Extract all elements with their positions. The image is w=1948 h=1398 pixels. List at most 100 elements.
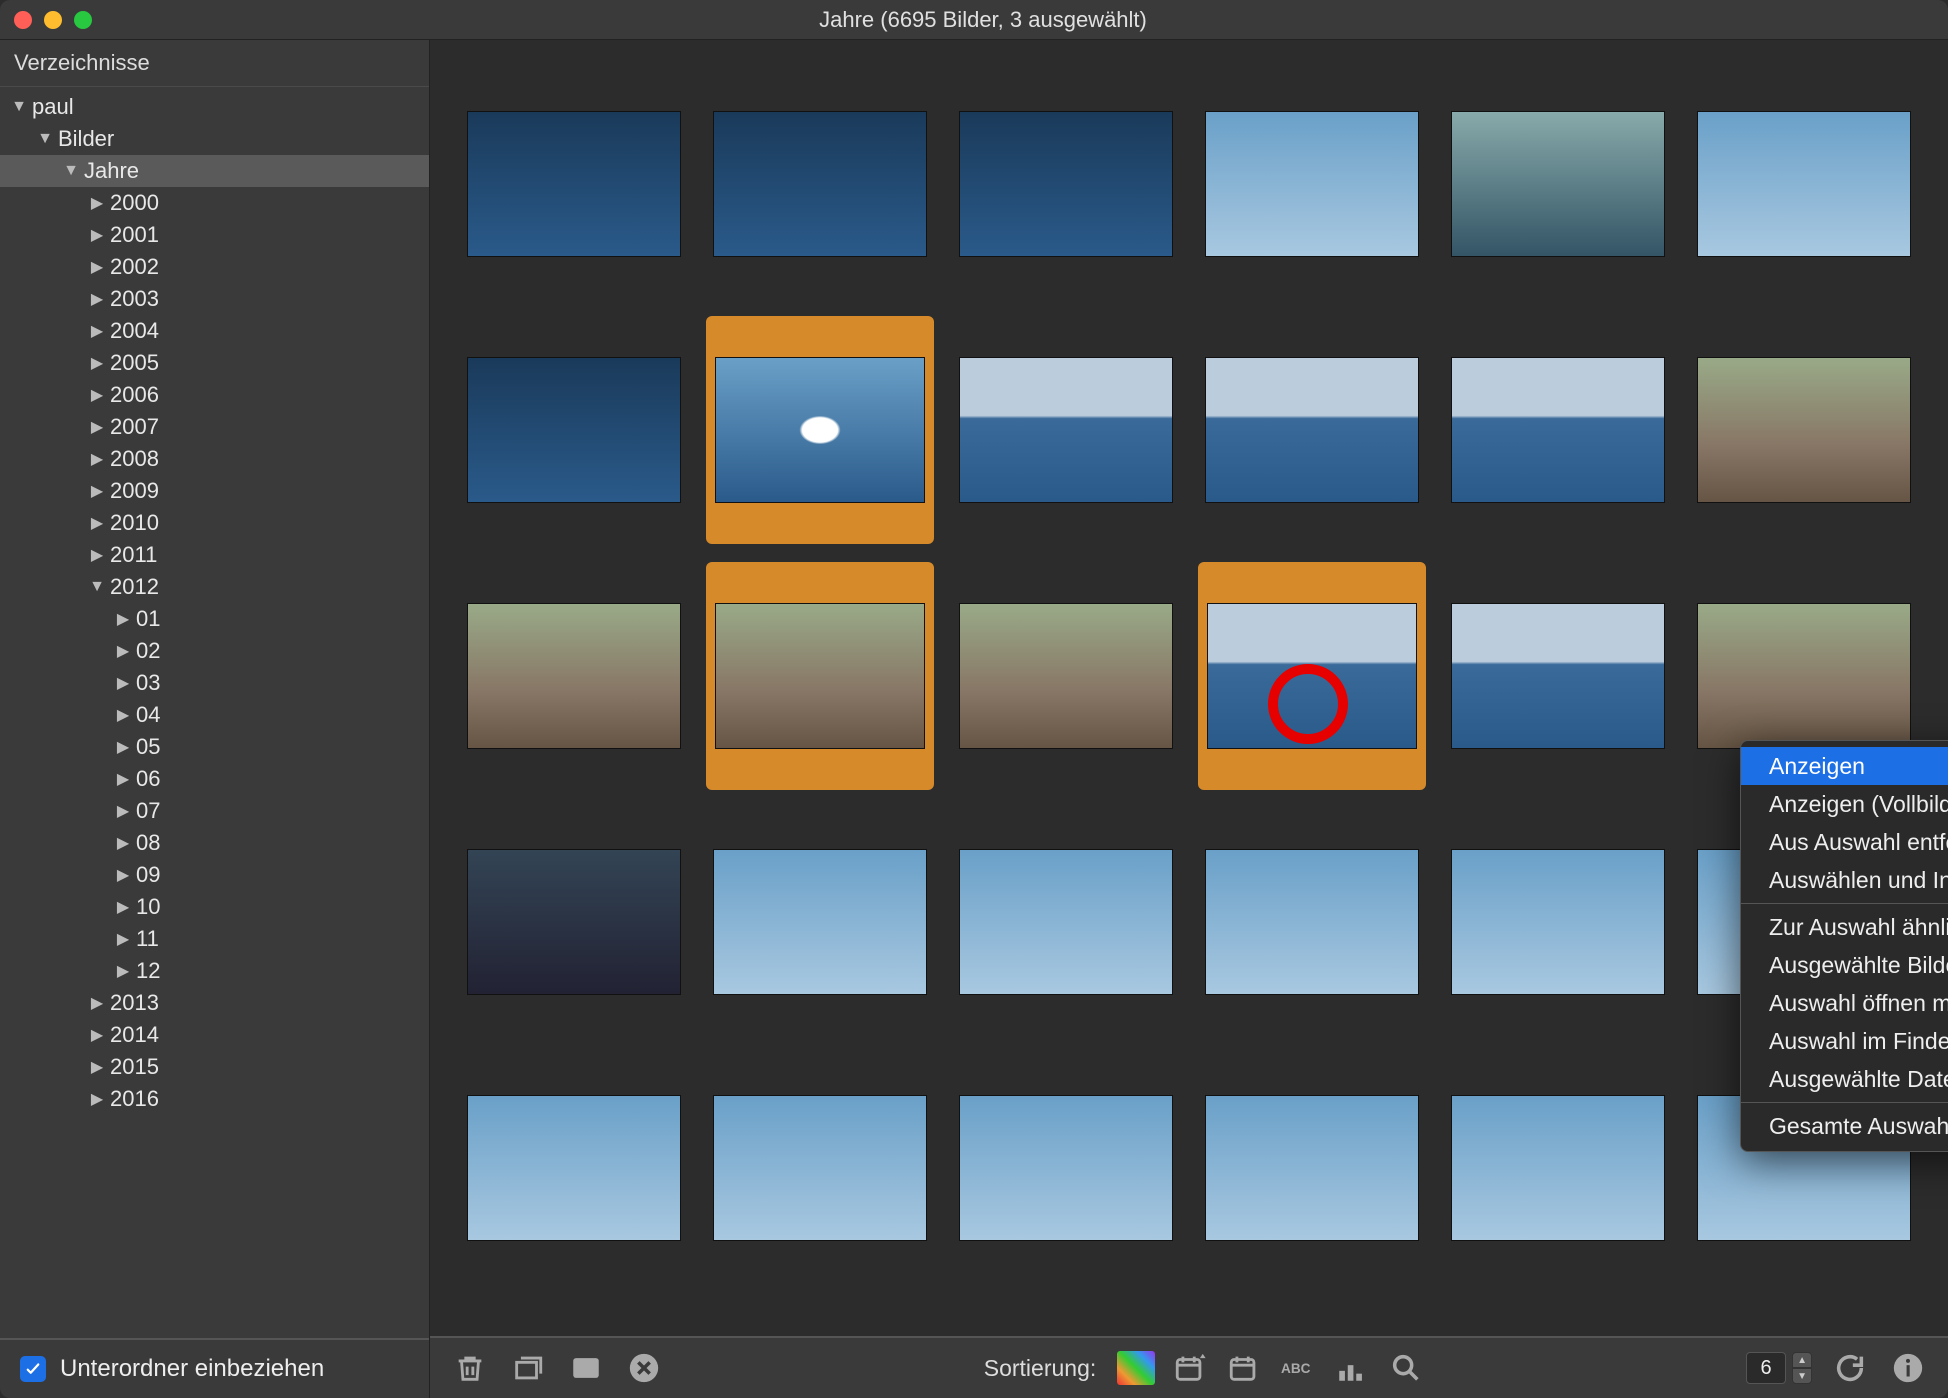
disclosure-closed-icon[interactable]: ▶ — [114, 897, 132, 917]
tree-item[interactable]: ▶2013 — [0, 987, 429, 1019]
tree-item[interactable]: ▶02 — [0, 635, 429, 667]
thumbnail[interactable] — [1198, 808, 1426, 1036]
disclosure-closed-icon[interactable]: ▶ — [114, 865, 132, 885]
disclosure-open-icon[interactable]: ▼ — [62, 162, 80, 180]
include-subfolders-checkbox[interactable] — [20, 1356, 46, 1382]
disclosure-closed-icon[interactable]: ▶ — [88, 993, 106, 1013]
tree-item[interactable]: ▶03 — [0, 667, 429, 699]
disclosure-closed-icon[interactable]: ▶ — [88, 545, 106, 565]
disclosure-closed-icon[interactable]: ▶ — [114, 705, 132, 725]
disclosure-closed-icon[interactable]: ▶ — [114, 673, 132, 693]
disclosure-closed-icon[interactable]: ▶ — [114, 737, 132, 757]
tree-item[interactable]: ▶2003 — [0, 283, 429, 315]
tree-item[interactable]: ▶01 — [0, 603, 429, 635]
zoom-window-button[interactable] — [74, 11, 92, 29]
thumbnail[interactable] — [952, 562, 1180, 790]
abc-sort-icon[interactable]: ABC — [1278, 1348, 1318, 1388]
tree-item[interactable]: ▶2009 — [0, 475, 429, 507]
menu-item[interactable]: Anzeigen — [1741, 747, 1948, 785]
disclosure-closed-icon[interactable]: ▶ — [88, 449, 106, 469]
thumbnail[interactable] — [706, 316, 934, 544]
calendar-asc-icon[interactable] — [1224, 1348, 1264, 1388]
tree-item[interactable]: ▶10 — [0, 891, 429, 923]
minimize-window-button[interactable] — [44, 11, 62, 29]
thumbnail[interactable] — [706, 562, 934, 790]
thumbnail[interactable] — [1198, 316, 1426, 544]
disclosure-closed-icon[interactable]: ▶ — [114, 641, 132, 661]
thumbnail[interactable] — [460, 562, 688, 790]
tree-item[interactable]: ▶08 — [0, 827, 429, 859]
disclosure-closed-icon[interactable]: ▶ — [88, 481, 106, 501]
menu-item[interactable]: Aus Auswahl entfernen — [1741, 823, 1948, 861]
menu-item[interactable]: Anzeigen (Vollbild) — [1741, 785, 1948, 823]
directory-tree[interactable]: ▼paul▼Bilder▼Jahre▶2000▶2001▶2002▶2003▶2… — [0, 87, 429, 1338]
refresh-icon[interactable] — [1830, 1348, 1870, 1388]
disclosure-open-icon[interactable]: ▼ — [36, 130, 54, 148]
tree-item[interactable]: ▶2001 — [0, 219, 429, 251]
thumbnail[interactable] — [460, 316, 688, 544]
thumbnail[interactable] — [1444, 808, 1672, 1036]
tree-item[interactable]: ▶2015 — [0, 1051, 429, 1083]
calendar-desc-icon[interactable] — [1170, 1348, 1210, 1388]
tree-item[interactable]: ▶2006 — [0, 379, 429, 411]
tree-item[interactable]: ▶2010 — [0, 507, 429, 539]
cancel-icon[interactable] — [624, 1348, 664, 1388]
disclosure-closed-icon[interactable]: ▶ — [88, 513, 106, 533]
thumbnail[interactable] — [706, 808, 934, 1036]
tree-item[interactable]: ▼paul — [0, 91, 429, 123]
context-menu[interactable]: AnzeigenAnzeigen (Vollbild)Aus Auswahl e… — [1740, 740, 1948, 1152]
thumbnail-grid-area[interactable]: AnzeigenAnzeigen (Vollbild)Aus Auswahl e… — [430, 40, 1948, 1336]
menu-item[interactable]: Zur Auswahl ähnliche finden — [1741, 908, 1948, 946]
disclosure-closed-icon[interactable]: ▶ — [88, 417, 106, 437]
disclosure-closed-icon[interactable]: ▶ — [88, 353, 106, 373]
tree-item[interactable]: ▶04 — [0, 699, 429, 731]
tree-item[interactable]: ▶2008 — [0, 443, 429, 475]
tree-item[interactable]: ▼Bilder — [0, 123, 429, 155]
thumbnail[interactable] — [460, 70, 688, 298]
thumbnail[interactable] — [1444, 70, 1672, 298]
columns-field[interactable] — [1746, 1352, 1786, 1384]
tree-item[interactable]: ▶09 — [0, 859, 429, 891]
menu-item[interactable]: Ausgewählte Dateien löschen — [1741, 1060, 1948, 1098]
tree-item[interactable]: ▶2005 — [0, 347, 429, 379]
menu-item[interactable]: Auswahl im Finder anzeigen — [1741, 1022, 1948, 1060]
tree-item[interactable]: ▶12 — [0, 955, 429, 987]
disclosure-closed-icon[interactable]: ▶ — [88, 225, 106, 245]
thumbnail[interactable] — [952, 808, 1180, 1036]
menu-item[interactable]: Gesamte Auswahl aufheben — [1741, 1107, 1948, 1145]
thumbnail[interactable] — [1690, 70, 1918, 298]
tree-item[interactable]: ▶05 — [0, 731, 429, 763]
disclosure-closed-icon[interactable]: ▶ — [88, 1057, 106, 1077]
thumbnail[interactable] — [1690, 316, 1918, 544]
search-icon[interactable] — [1386, 1348, 1426, 1388]
close-window-button[interactable] — [14, 11, 32, 29]
tree-item[interactable]: ▼2012 — [0, 571, 429, 603]
disclosure-closed-icon[interactable]: ▶ — [114, 833, 132, 853]
thumbnail[interactable] — [706, 1054, 934, 1282]
thumbnail[interactable] — [1444, 1054, 1672, 1282]
tree-item[interactable]: ▶2014 — [0, 1019, 429, 1051]
thumbnail[interactable] — [1198, 1054, 1426, 1282]
tree-item[interactable]: ▶2011 — [0, 539, 429, 571]
trash-icon[interactable] — [450, 1348, 490, 1388]
thumbnail[interactable] — [460, 1054, 688, 1282]
tree-item[interactable]: ▼Jahre — [0, 155, 429, 187]
tree-item[interactable]: ▶2002 — [0, 251, 429, 283]
disclosure-closed-icon[interactable]: ▶ — [114, 769, 132, 789]
stack-icon[interactable] — [508, 1348, 548, 1388]
fullscreen-icon[interactable] — [566, 1348, 606, 1388]
thumbnail[interactable] — [952, 1054, 1180, 1282]
menu-item[interactable]: Auswahl öffnen mit▶ — [1741, 984, 1948, 1022]
thumbnail[interactable] — [1198, 562, 1426, 790]
thumbnail[interactable] — [952, 316, 1180, 544]
disclosure-closed-icon[interactable]: ▶ — [88, 321, 106, 341]
disclosure-closed-icon[interactable]: ▶ — [88, 257, 106, 277]
tree-item[interactable]: ▶2007 — [0, 411, 429, 443]
disclosure-closed-icon[interactable]: ▶ — [114, 929, 132, 949]
tree-item[interactable]: ▶06 — [0, 763, 429, 795]
disclosure-closed-icon[interactable]: ▶ — [114, 609, 132, 629]
thumbnail[interactable] — [1198, 70, 1426, 298]
menu-item[interactable]: Auswählen und Informationen anzeigen — [1741, 861, 1948, 899]
thumbnail[interactable] — [460, 808, 688, 1036]
disclosure-closed-icon[interactable]: ▶ — [114, 801, 132, 821]
